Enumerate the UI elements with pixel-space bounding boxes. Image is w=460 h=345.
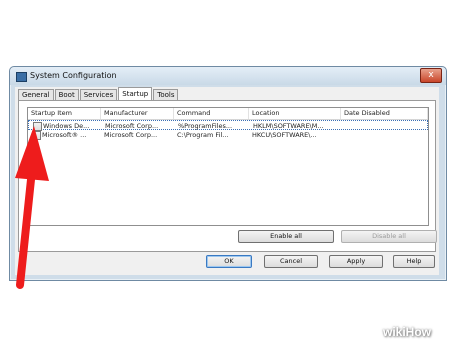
red-arrow-annotation — [15, 126, 49, 289]
arrow-head — [15, 126, 49, 181]
wikihow-watermark: wikiHow — [383, 325, 432, 339]
arrow-shaft — [16, 166, 36, 289]
